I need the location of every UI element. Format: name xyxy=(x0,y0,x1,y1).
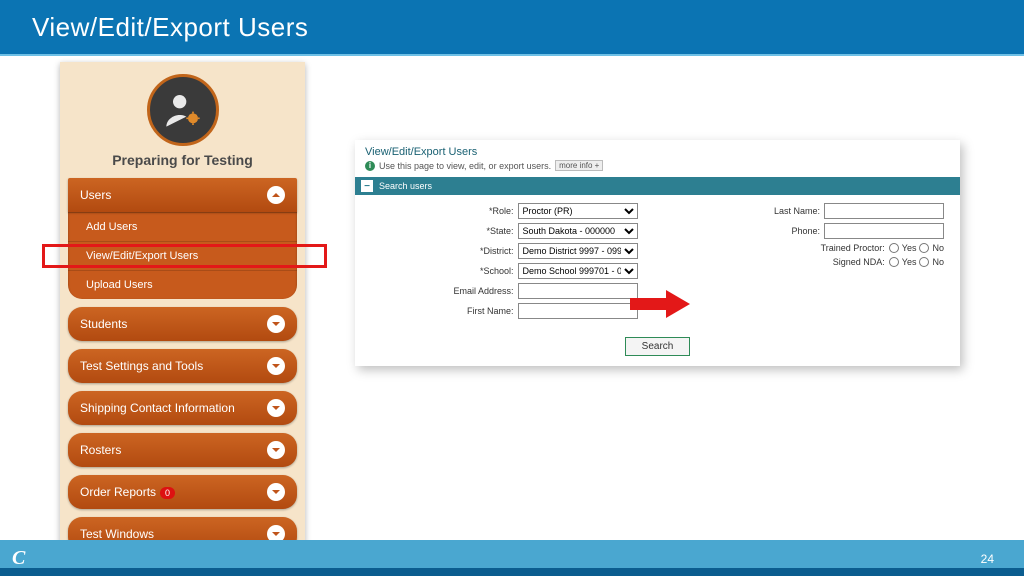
chevron-down-icon xyxy=(267,399,285,417)
role-label: Role: xyxy=(489,206,514,216)
search-header-label: Search users xyxy=(379,181,432,191)
trained-label: Trained Proctor: xyxy=(821,243,885,253)
nda-no-radio[interactable] xyxy=(919,257,929,267)
sidebar-item-order-reports[interactable]: Order Reports0 xyxy=(68,475,297,509)
sidebar-item-students[interactable]: Students xyxy=(68,307,297,341)
footer-accent xyxy=(0,568,1024,576)
sidebar-item-label: Order Reports0 xyxy=(80,485,175,499)
phone-field[interactable] xyxy=(824,223,944,239)
sidebar-item-label: Test Windows xyxy=(80,527,154,541)
district-label: District: xyxy=(480,246,514,256)
user-gear-icon xyxy=(163,90,203,130)
page-number: 24 xyxy=(981,552,994,566)
more-info-link[interactable]: more info + xyxy=(555,160,603,171)
title-bar: View/Edit/Export Users xyxy=(0,0,1024,56)
phone-label: Phone: xyxy=(791,226,820,236)
sidebar-heading: Preparing for Testing xyxy=(60,152,305,168)
sidebar-item-label: Test Settings and Tools xyxy=(80,359,203,373)
panel-title: View/Edit/Export Users xyxy=(365,146,950,158)
panel-info-text: Use this page to view, edit, or export u… xyxy=(379,161,551,171)
sidebar-submenu-users: Add Users View/Edit/Export Users Upload … xyxy=(68,212,297,299)
nda-yes-radio[interactable] xyxy=(889,257,899,267)
state-label: State: xyxy=(486,226,513,236)
collapse-icon[interactable]: − xyxy=(361,180,373,192)
chevron-up-icon xyxy=(267,186,285,204)
page-title: View/Edit/Export Users xyxy=(32,12,308,43)
logo: C xyxy=(12,547,25,570)
chevron-down-icon xyxy=(267,357,285,375)
sidebar-item-label: Rosters xyxy=(80,443,121,457)
firstname-field[interactable] xyxy=(518,303,638,319)
chevron-down-icon xyxy=(267,441,285,459)
nda-label: Signed NDA: xyxy=(833,257,885,267)
search-button[interactable]: Search xyxy=(625,337,691,356)
panel-info-row: i Use this page to view, edit, or export… xyxy=(365,160,950,171)
school-select[interactable]: Demo School 999701 - 09 xyxy=(518,263,638,279)
sidebar-item-shipping[interactable]: Shipping Contact Information xyxy=(68,391,297,425)
sidebar-subitem-upload-users[interactable]: Upload Users xyxy=(68,270,297,299)
info-icon: i xyxy=(365,161,375,171)
sidebar-subitem-view-edit-export[interactable]: View/Edit/Export Users xyxy=(68,241,297,270)
firstname-label: First Name: xyxy=(467,306,514,316)
sidebar-item-rosters[interactable]: Rosters xyxy=(68,433,297,467)
sidebar-item-test-settings[interactable]: Test Settings and Tools xyxy=(68,349,297,383)
sidebar-subitem-add-users[interactable]: Add Users xyxy=(68,212,297,241)
school-label: School: xyxy=(480,266,514,276)
email-field[interactable] xyxy=(518,283,638,299)
lastname-field[interactable] xyxy=(824,203,944,219)
avatar-ring xyxy=(147,74,219,146)
email-label: Email Address: xyxy=(453,286,513,296)
sidebar-menu: Users Add Users View/Edit/Export Users U… xyxy=(60,178,305,576)
sidebar-item-label: Users xyxy=(80,188,111,202)
arrow-annotation xyxy=(630,290,690,318)
trained-no-radio[interactable] xyxy=(919,243,929,253)
sidebar: Preparing for Testing Users Add Users Vi… xyxy=(60,62,305,552)
sidebar-item-users[interactable]: Users xyxy=(68,178,297,212)
chevron-down-icon xyxy=(267,483,285,501)
sidebar-item-label: Students xyxy=(80,317,127,331)
sidebar-item-label: Shipping Contact Information xyxy=(80,401,235,415)
search-section-header[interactable]: − Search users xyxy=(355,177,960,195)
search-panel: View/Edit/Export Users i Use this page t… xyxy=(355,140,960,366)
state-select[interactable]: South Dakota - 000000 xyxy=(518,223,638,239)
trained-yes-radio[interactable] xyxy=(889,243,899,253)
lastname-label: Last Name: xyxy=(774,206,820,216)
chevron-down-icon xyxy=(267,315,285,333)
role-select[interactable]: Proctor (PR) xyxy=(518,203,638,219)
badge: 0 xyxy=(160,487,175,499)
district-select[interactable]: Demo District 9997 - 099 xyxy=(518,243,638,259)
